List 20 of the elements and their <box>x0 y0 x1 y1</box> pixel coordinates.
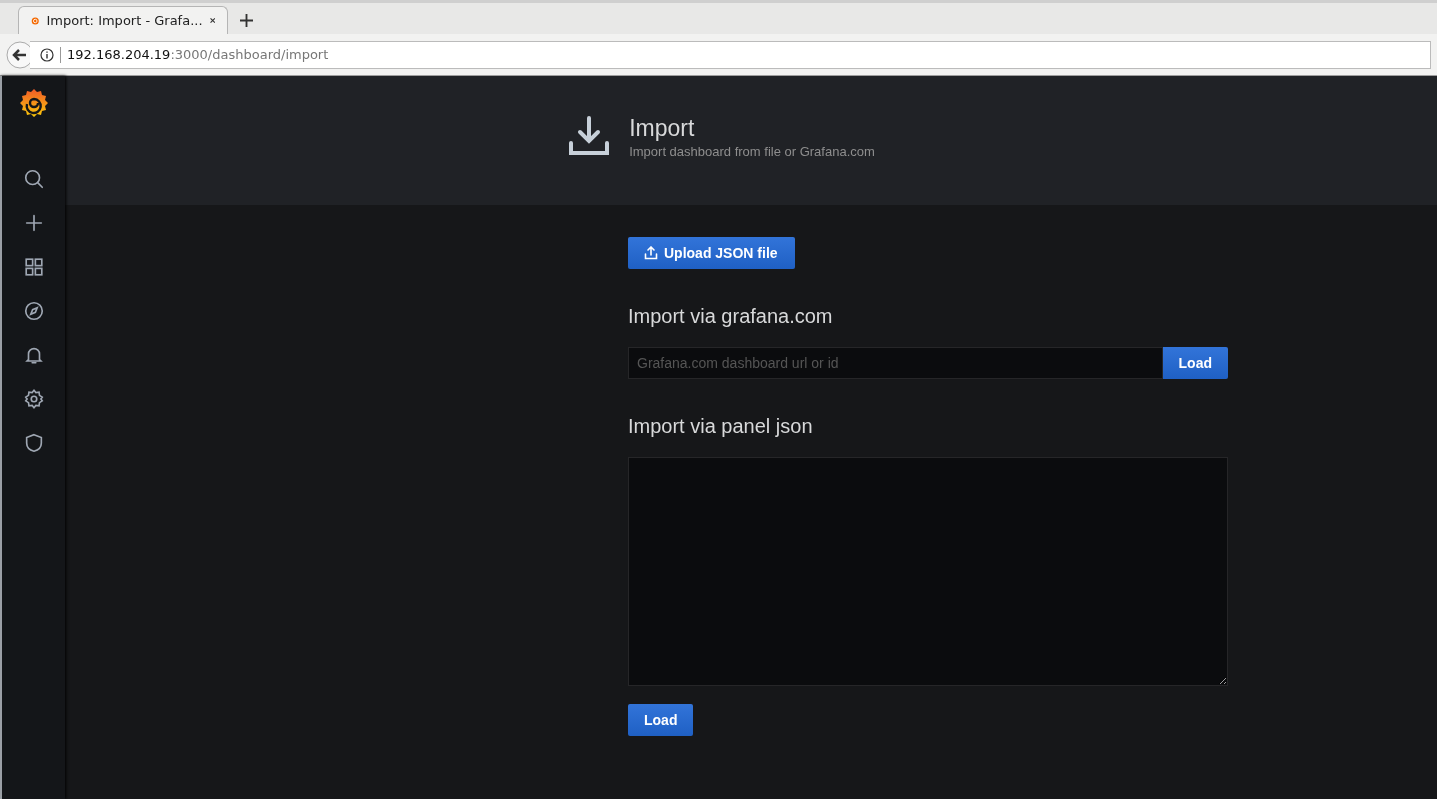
page-title: Import <box>629 114 696 142</box>
url-text: 192.168.204.19:3000/dashboard/import <box>67 47 329 62</box>
upload-icon <box>644 246 658 260</box>
load-button[interactable]: Load <box>628 704 694 736</box>
settings-icon[interactable] <box>22 388 45 410</box>
section-heading: Import via panel json <box>628 415 813 438</box>
load-button[interactable]: Load <box>1162 347 1228 379</box>
dashboard-url-input[interactable]: Grafana.com dashboard url or id <box>628 347 1163 379</box>
page-subtitle: Import dashboard from file or Grafana.com <box>629 143 875 159</box>
address-field[interactable]: 192.168.204.19:3000/dashboard/import <box>30 40 1431 69</box>
grafana-logo-icon[interactable] <box>18 88 49 118</box>
upload-json-button[interactable]: Upload JSON file <box>628 237 795 269</box>
info-icon <box>40 47 54 62</box>
dashboards-grid-icon[interactable] <box>22 256 45 278</box>
section-heading: Import via grafana.com <box>628 305 833 328</box>
new-tab-plus-icon[interactable] <box>240 14 253 27</box>
compass-icon[interactable] <box>22 300 45 322</box>
search-icon[interactable] <box>22 168 45 190</box>
close-icon[interactable] <box>209 16 215 25</box>
browser-tab[interactable]: Import: Import - Grafa... <box>18 6 228 34</box>
